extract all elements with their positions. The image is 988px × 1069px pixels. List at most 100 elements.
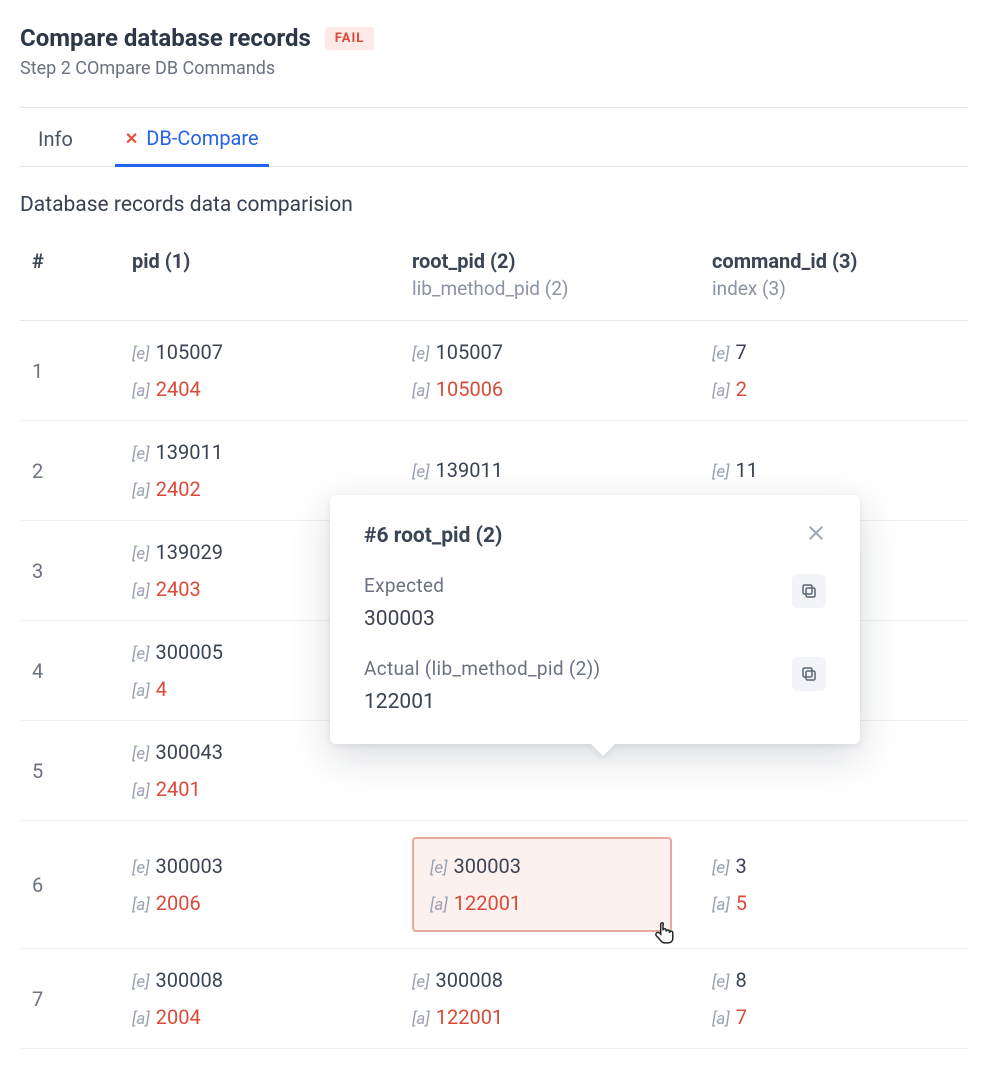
page-title: Compare database records [20, 24, 311, 52]
row-number: 3 [20, 521, 120, 621]
expected-tag: [e] [712, 858, 730, 878]
cell-command-id[interactable]: [e] 8 [a] 7 [700, 949, 968, 1049]
actual-value: 122001 [436, 1005, 503, 1029]
expected-tag: [e] [412, 344, 430, 364]
cell-root-pid[interactable]: [e]105007[a]105006 [400, 321, 700, 421]
actual-tag: [a] [132, 581, 150, 601]
cell-command-id[interactable]: [e]3[a]5 [700, 821, 968, 949]
actual-tag: [a] [132, 1009, 150, 1029]
actual-tag: [a] [132, 481, 150, 501]
cell-pid[interactable]: [e] 105007 [a] 2404 [120, 321, 400, 421]
copy-actual-button[interactable] [792, 657, 826, 691]
col-header-command-id: command_id (3) [712, 249, 956, 273]
col-subheader-command-id: index (3) [712, 277, 956, 300]
expected-value: 300003 [454, 854, 521, 878]
row-number: 1 [20, 321, 120, 421]
popover-actual-label: Actual (lib_method_pid (2)) [364, 657, 600, 680]
row-number: 5 [20, 721, 120, 821]
actual-value: 2401 [156, 777, 201, 801]
cell-root-pid[interactable]: [e] 300008 [a] 122001 [400, 949, 700, 1049]
expected-tag: [e] [712, 344, 730, 364]
expected-tag: [e] [132, 972, 150, 992]
tab-db-compare[interactable]: ✕ DB-Compare [115, 108, 269, 167]
table-row: 1[e]105007[a]2404[e]105007[a]105006[e]7[… [20, 321, 968, 421]
expected-value: 300003 [156, 854, 223, 878]
actual-value: 2403 [156, 577, 201, 601]
highlighted-cell[interactable]: [e] 300003 [a] 122001 [412, 837, 672, 932]
expected-tag: [e] [132, 858, 150, 878]
section-title: Database records data comparision [20, 193, 968, 217]
actual-tag: [a] [412, 1009, 430, 1029]
expected-value: 11 [736, 458, 758, 482]
expected-value: 7 [736, 340, 747, 364]
copy-icon [800, 665, 818, 683]
expected-tag: [e] [132, 344, 150, 364]
popover-actual-value: 122001 [364, 690, 600, 714]
tab-info[interactable]: Info [28, 108, 83, 166]
copy-expected-button[interactable] [792, 574, 826, 608]
actual-value: 2006 [156, 891, 201, 915]
cell-pid[interactable]: [e] 300003 [a] 2006 [120, 821, 400, 949]
expected-value: 105007 [156, 340, 223, 364]
tab-info-label: Info [38, 127, 73, 151]
col-header-root-pid: root_pid (2) [412, 249, 688, 273]
expected-value: 300008 [156, 968, 223, 992]
actual-value: 2404 [156, 377, 201, 401]
pointer-cursor-icon [654, 920, 676, 952]
cell-pid[interactable]: [e] 300008 [a] 2004 [120, 949, 400, 1049]
fail-x-icon: ✕ [125, 129, 138, 148]
expected-tag: [e] [430, 858, 448, 878]
tab-db-compare-label: DB-Compare [146, 126, 258, 150]
table-row: 6 [e] 300003 [a] 2006 [e] 300003 [a] 122001 [e] 3 [… [20, 821, 968, 949]
close-icon [806, 523, 826, 543]
expected-tag: [e] [412, 462, 430, 482]
cell-detail-popover: #6 root_pid (2) Expected 300003 Actual (… [330, 495, 860, 744]
row-number: 4 [20, 621, 120, 721]
expected-value: 300043 [156, 740, 223, 764]
actual-tag: [a] [132, 781, 150, 801]
expected-value: 139029 [156, 540, 223, 564]
actual-value: 122001 [454, 891, 521, 915]
row-number: 7 [20, 949, 120, 1049]
expected-tag: [e] [712, 972, 730, 992]
popover-expected-value: 300003 [364, 607, 444, 631]
row-number: 2 [20, 421, 120, 521]
actual-tag: [a] [712, 381, 730, 401]
row-number: 6 [20, 821, 120, 949]
popover-close-button[interactable] [806, 523, 826, 548]
actual-tag: [a] [430, 895, 448, 915]
actual-tag: [a] [712, 1009, 730, 1029]
cell-command-id[interactable]: [e] 7 [a] 2 [700, 321, 968, 421]
expected-value: 8 [736, 968, 747, 992]
copy-icon [800, 582, 818, 600]
popover-title: #6 root_pid (2) [364, 524, 502, 548]
expected-tag: [e] [132, 744, 150, 764]
tab-bar: Info ✕ DB-Compare [20, 108, 968, 167]
expected-value: 3 [736, 854, 747, 878]
actual-tag: [a] [412, 381, 430, 401]
expected-value: 300008 [436, 968, 503, 992]
actual-value: 4 [156, 677, 167, 701]
actual-value: 2 [736, 377, 747, 401]
actual-tag: [a] [132, 381, 150, 401]
expected-tag: [e] [412, 972, 430, 992]
expected-tag: [e] [132, 644, 150, 664]
cell-root-pid[interactable]: [e] 300003 [a] 122001 [400, 821, 700, 949]
actual-tag: [a] [712, 895, 730, 915]
status-badge-fail: FAIL [325, 27, 375, 50]
table-row: 7[e]300008[a]2004[e]300008[a]122001[e]8[… [20, 949, 968, 1049]
actual-value: 2402 [156, 477, 201, 501]
actual-value: 2004 [156, 1005, 201, 1029]
expected-value: 300005 [156, 640, 223, 664]
expected-tag: [e] [712, 462, 730, 482]
col-header-number: # [32, 249, 108, 273]
expected-value: 139011 [436, 458, 503, 482]
col-header-pid: pid (1) [132, 249, 388, 273]
page-subtitle: Step 2 COmpare DB Commands [20, 58, 968, 79]
expected-tag: [e] [132, 544, 150, 564]
col-subheader-root-pid: lib_method_pid (2) [412, 277, 688, 300]
actual-tag: [a] [132, 681, 150, 701]
actual-tag: [a] [132, 895, 150, 915]
expected-tag: [e] [132, 444, 150, 464]
actual-value: 7 [736, 1005, 747, 1029]
